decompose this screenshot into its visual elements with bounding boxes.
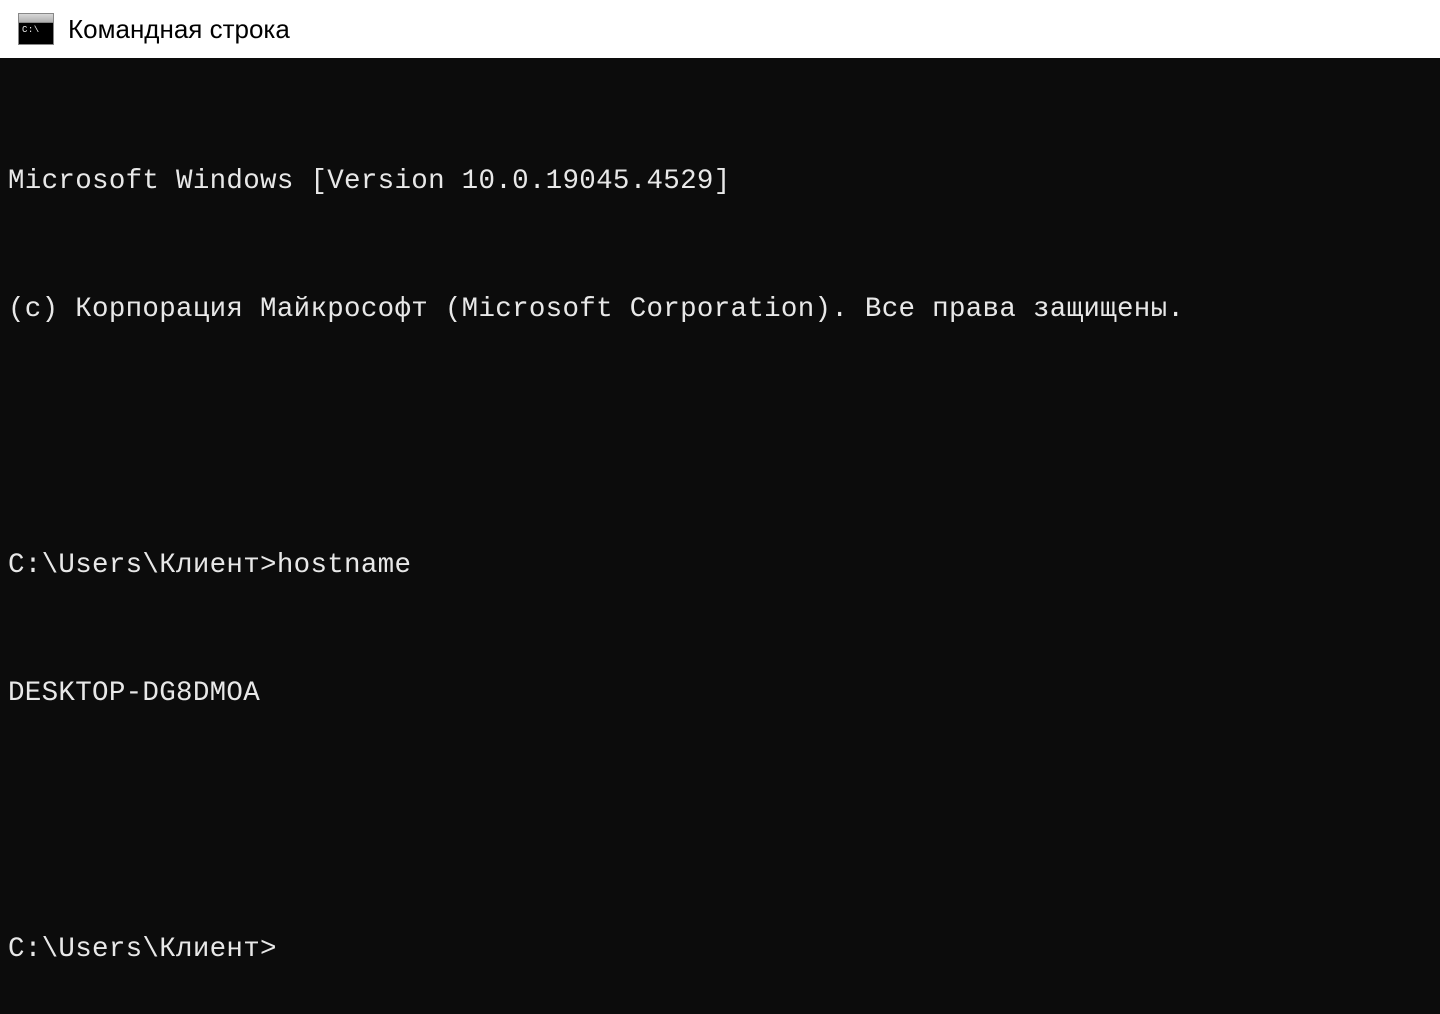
prompt-line: C:\Users\Клиент> xyxy=(8,929,1440,972)
terminal-output[interactable]: Microsoft Windows [Version 10.0.19045.45… xyxy=(0,58,1440,1014)
cmd-icon: C:\ xyxy=(18,13,54,45)
window-titlebar[interactable]: C:\ Командная строка xyxy=(0,0,1440,58)
blank-line xyxy=(8,417,1440,460)
prompt: C:\Users\Клиент> xyxy=(8,934,277,965)
prompt-line: C:\Users\Клиент>hostname xyxy=(8,545,1440,588)
command-text: hostname xyxy=(277,550,411,581)
prompt: C:\Users\Клиент> xyxy=(8,550,277,581)
banner-line: (c) Корпорация Майкрософт (Microsoft Cor… xyxy=(8,289,1440,332)
banner-line: Microsoft Windows [Version 10.0.19045.45… xyxy=(8,161,1440,204)
window-title: Командная строка xyxy=(68,14,290,45)
blank-line xyxy=(8,801,1440,844)
output-line: DESKTOP-DG8DMOA xyxy=(8,673,1440,716)
